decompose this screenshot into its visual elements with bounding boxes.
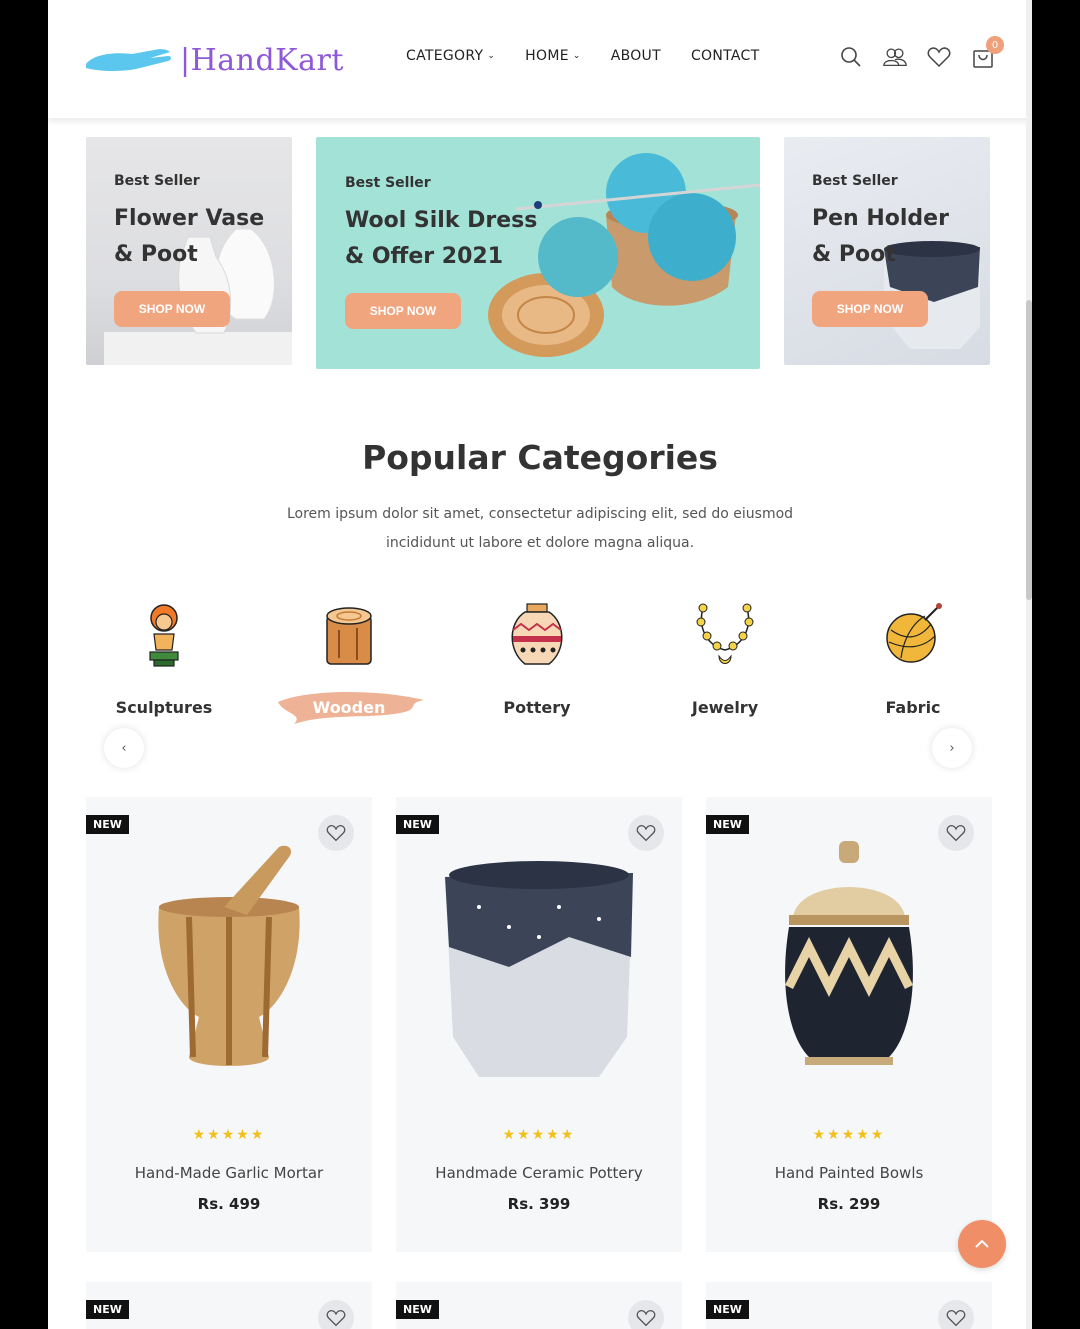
rating-stars: ★★★★★ xyxy=(502,1127,576,1143)
banner-title-line: & Offer 2021 xyxy=(345,244,504,269)
carousel-next-button[interactable]: › xyxy=(932,728,972,768)
chevron-down-icon: ⌄ xyxy=(487,51,496,61)
new-badge: NEW xyxy=(86,815,129,834)
banner-title: Flower Vase & Poot xyxy=(114,201,264,273)
product-card[interactable]: NEW xyxy=(396,1282,682,1329)
wishlist-heart-icon[interactable] xyxy=(628,1300,664,1329)
scrollbar-thumb[interactable] xyxy=(1026,300,1032,600)
category-pottery[interactable]: Pottery xyxy=(462,600,612,717)
nav-label: HOME xyxy=(525,48,569,64)
wood-log-icon xyxy=(326,607,372,665)
heart-icon[interactable] xyxy=(926,44,952,70)
users-icon[interactable] xyxy=(882,44,908,70)
logo-text: |HandKart xyxy=(180,42,344,78)
category-wooden[interactable]: Wooden xyxy=(274,600,424,724)
header-actions: 0 xyxy=(838,36,1004,70)
scrollbar[interactable] xyxy=(1026,0,1032,1329)
product-name[interactable]: Hand Painted Bowls xyxy=(706,1164,992,1182)
product-card[interactable]: NEW ★★★★★ Handmade Ceramic Pottery Rs. 3… xyxy=(396,797,682,1252)
site-header: |HandKart CATEGORY ⌄ HOME ⌄ ABOUT CONTAC… xyxy=(48,0,1032,118)
banner-wool-silk-dress[interactable]: Best Seller Wool Silk Dress & Offer 2021… xyxy=(316,137,760,369)
page: |HandKart CATEGORY ⌄ HOME ⌄ ABOUT CONTAC… xyxy=(48,0,1032,1329)
banner-flower-vase[interactable]: Best Seller Flower Vase & Poot SHOP NOW xyxy=(86,137,292,365)
carousel-prev-button[interactable]: ‹ xyxy=(104,728,144,768)
product-price: Rs. 299 xyxy=(817,1195,881,1213)
cart-count-badge: 0 xyxy=(986,36,1004,54)
cart-icon[interactable]: 0 xyxy=(970,36,1004,70)
wishlist-heart-icon[interactable] xyxy=(318,1300,354,1329)
banner-title-line: & Poot xyxy=(114,242,198,267)
main-nav: CATEGORY ⌄ HOME ⌄ ABOUT CONTACT xyxy=(406,48,789,64)
product-card[interactable]: NEW ★★★★★ Hand-Made Garlic Mortar Rs. 49… xyxy=(86,797,372,1252)
logo[interactable]: |HandKart xyxy=(84,38,344,82)
nav-label: ABOUT xyxy=(610,48,661,64)
pottery-icon xyxy=(511,603,563,665)
ceramic-pot-image xyxy=(445,861,633,1077)
product-price: Rs. 499 xyxy=(197,1195,261,1213)
shop-now-button[interactable]: SHOP NOW xyxy=(114,291,230,327)
hand-logo-icon xyxy=(86,49,171,71)
banner-title: Pen Holder & Poot xyxy=(812,201,949,273)
category-label: Wooden xyxy=(312,698,386,717)
category-jewelry[interactable]: Jewelry xyxy=(650,600,800,717)
product-price: Rs. 399 xyxy=(507,1195,571,1213)
section-description: Lorem ipsum dolor sit amet, consectetur … xyxy=(260,500,820,558)
new-badge: NEW xyxy=(396,1300,439,1319)
yarn-icon xyxy=(886,603,942,663)
new-badge: NEW xyxy=(706,1300,749,1319)
nav-label: CONTACT xyxy=(690,48,760,64)
product-card[interactable]: NEW ★★★★★ Hand Painted Bowls Rs. 299 xyxy=(706,797,992,1252)
rating-stars: ★★★★★ xyxy=(192,1127,266,1143)
banner-title-line: Pen Holder xyxy=(812,206,949,231)
jewelry-icon xyxy=(696,603,754,664)
product-name[interactable]: Hand-Made Garlic Mortar xyxy=(86,1164,372,1182)
new-badge: NEW xyxy=(706,815,749,834)
category-label: Jewelry xyxy=(691,698,759,717)
nav-category[interactable]: CATEGORY ⌄ xyxy=(406,48,495,64)
category-label-wrap: Wooden xyxy=(274,691,424,724)
product-name[interactable]: Handmade Ceramic Pottery xyxy=(396,1164,682,1182)
category-label: Pottery xyxy=(503,698,571,717)
banner-kicker: Best Seller xyxy=(812,173,898,189)
nav-about[interactable]: ABOUT xyxy=(611,48,661,64)
product-card[interactable]: NEW xyxy=(706,1282,992,1329)
category-label: Sculptures xyxy=(115,698,213,717)
banner-pen-holder[interactable]: Best Seller Pen Holder & Poot SHOP NOW xyxy=(784,137,990,365)
chevron-up-icon xyxy=(975,1239,989,1248)
mortar-image xyxy=(158,845,300,1066)
chevron-down-icon: ⌄ xyxy=(572,51,581,61)
category-sculptures[interactable]: Sculptures xyxy=(89,600,239,717)
category-label: Fabric xyxy=(885,698,941,717)
nav-contact[interactable]: CONTACT xyxy=(691,48,760,64)
scroll-to-top-button[interactable] xyxy=(958,1220,1006,1268)
category-fabric[interactable]: Fabric xyxy=(838,600,988,717)
search-icon[interactable] xyxy=(838,44,864,70)
new-badge: NEW xyxy=(396,815,439,834)
banner-title-line: & Poot xyxy=(812,242,896,267)
banner-kicker: Best Seller xyxy=(345,175,431,191)
product-card[interactable]: NEW xyxy=(86,1282,372,1329)
new-badge: NEW xyxy=(86,1300,129,1319)
wishlist-heart-icon[interactable] xyxy=(938,1300,974,1329)
shop-now-button[interactable]: SHOP NOW xyxy=(345,293,461,329)
description-line: Lorem ipsum dolor sit amet, consectetur … xyxy=(286,506,794,522)
banner-title-line: Wool Silk Dress xyxy=(345,208,538,233)
section-title: Popular Categories xyxy=(362,438,718,477)
rating-stars: ★★★★★ xyxy=(812,1127,886,1143)
banner-title: Wool Silk Dress & Offer 2021 xyxy=(345,203,537,275)
shop-now-button[interactable]: SHOP NOW xyxy=(812,291,928,327)
category-carousel: Sculptures Wooden Pottery Jewelry Fabric xyxy=(48,600,1032,730)
banner-title-line: Flower Vase xyxy=(114,206,265,231)
nav-home[interactable]: HOME ⌄ xyxy=(525,48,581,64)
description-line: incididunt ut labore et dolore magna ali… xyxy=(385,535,695,551)
painted-bowl-image xyxy=(784,841,914,1065)
nav-label: CATEGORY xyxy=(406,48,484,64)
sculpture-icon xyxy=(149,604,179,667)
banner-kicker: Best Seller xyxy=(114,173,200,189)
